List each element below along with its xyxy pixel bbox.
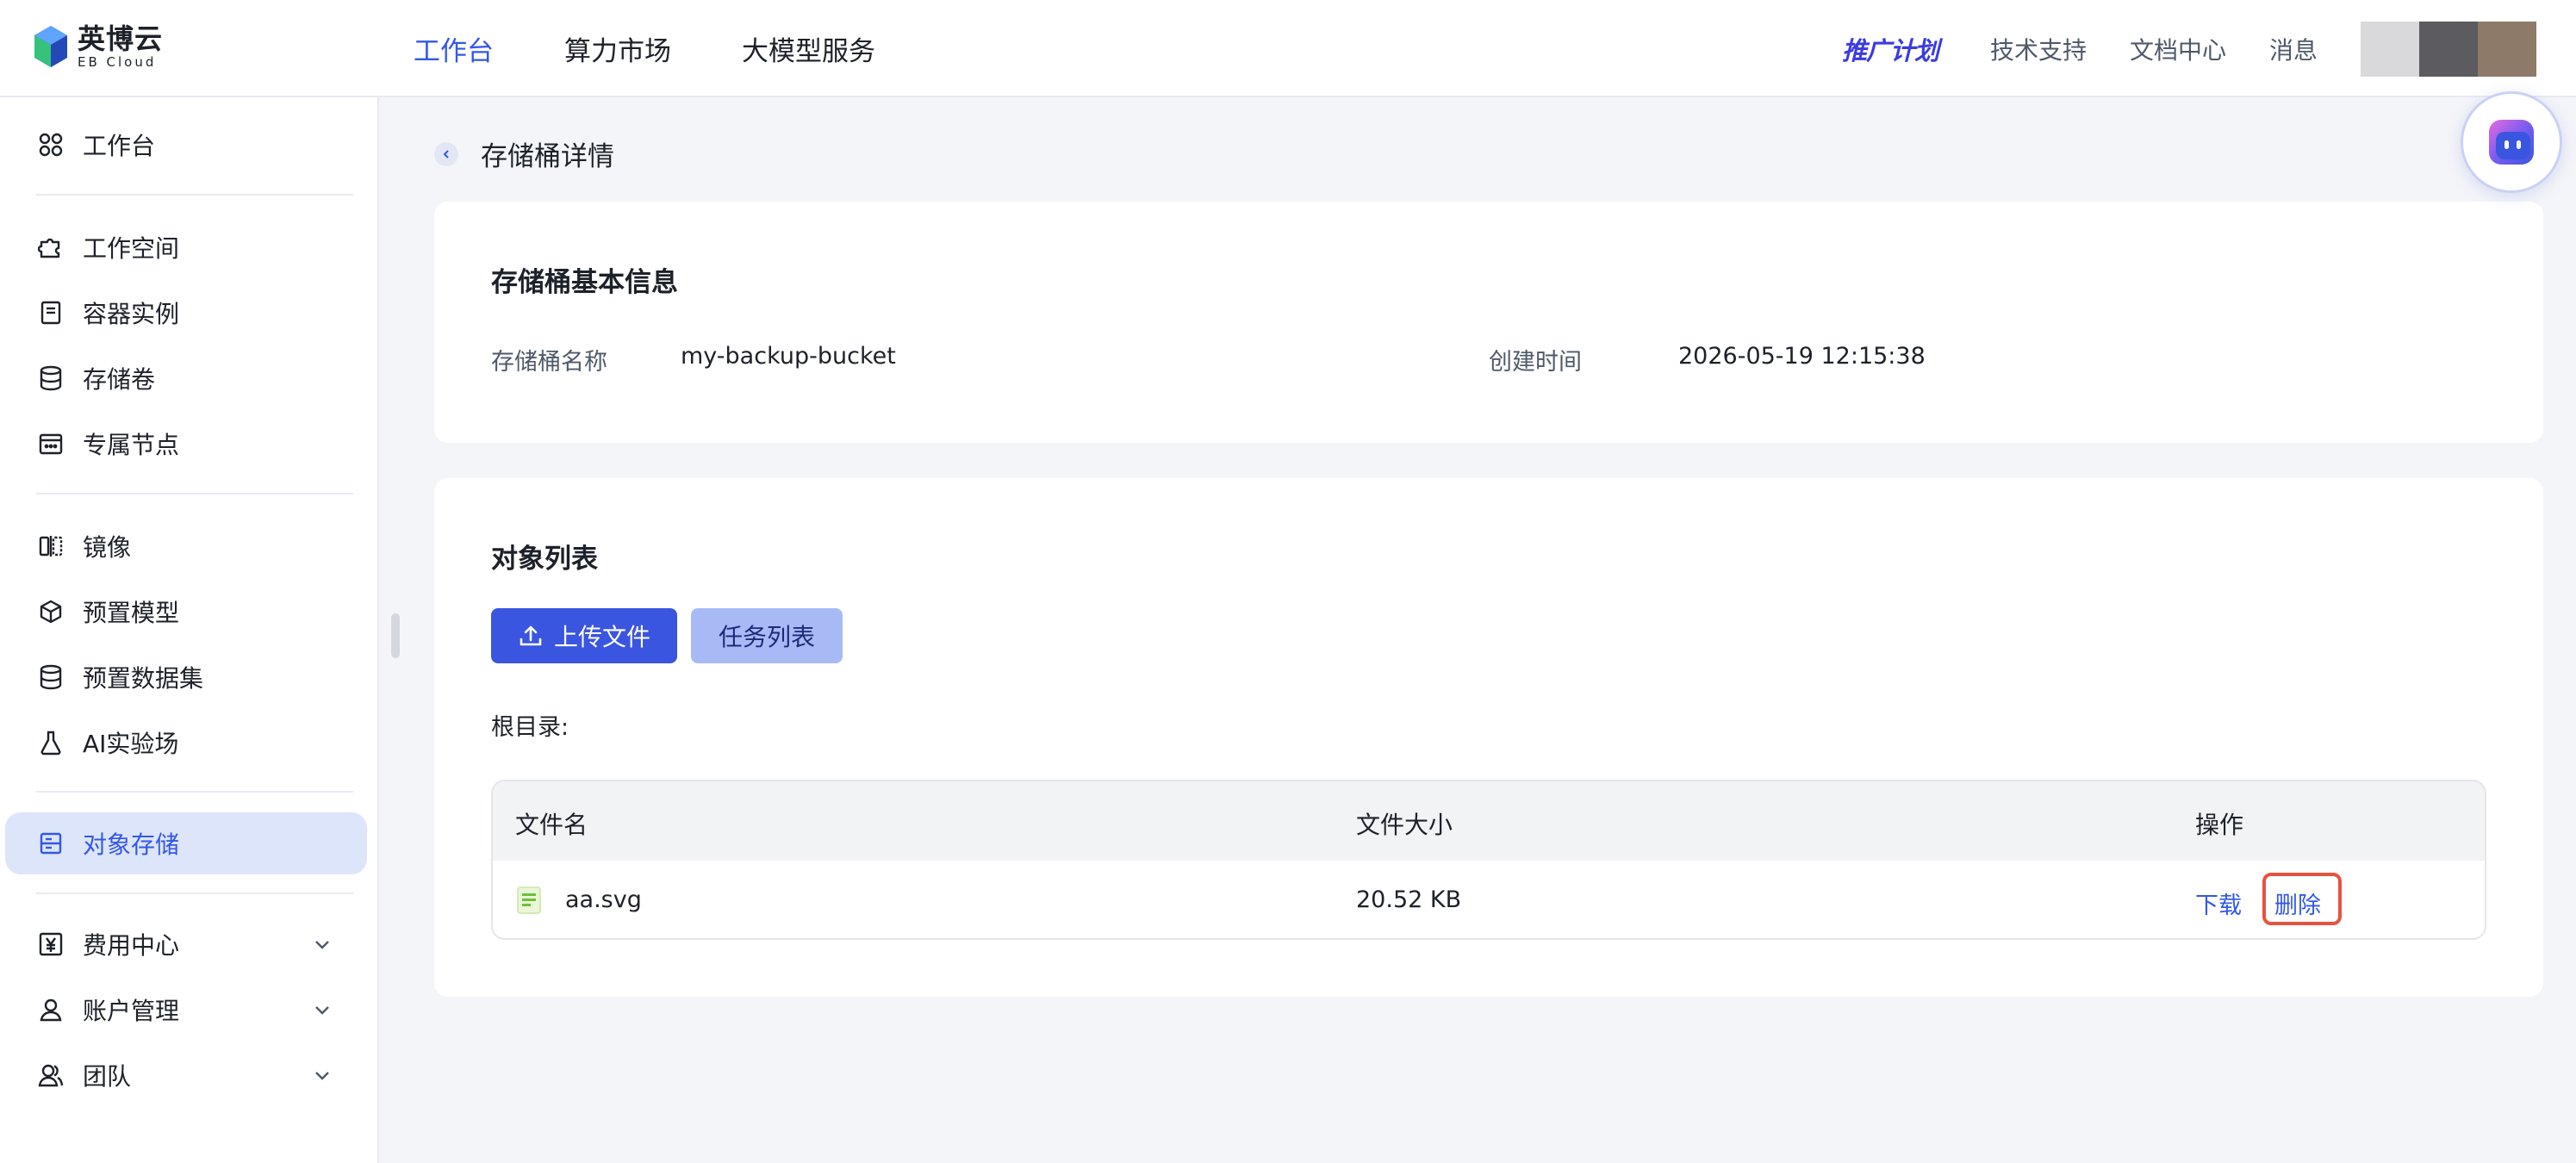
sidebar-item-dedicated-node[interactable]: 专属节点 [5, 413, 367, 475]
created-time-value: 2026-05-19 12:15:38 [1678, 343, 1926, 370]
sidebar-item-label: 对象存储 [83, 830, 180, 859]
column-header-actions: 操作 [2195, 811, 2244, 839]
sidebar-item-workbench[interactable]: 工作台 [5, 114, 367, 176]
sidebar-item-billing[interactable]: 费用中心 [5, 913, 367, 975]
database-icon [38, 365, 64, 391]
sidebar-item-label: 预置数据集 [83, 664, 204, 693]
chevron-left-icon [443, 149, 449, 159]
puzzle-icon [38, 234, 64, 260]
logo-icon [34, 26, 67, 67]
dataset-icon [38, 664, 64, 690]
object-table: 文件名 文件大小 操作 aa.svg 20.52 KB 下载 删除 [491, 780, 2486, 940]
page-title: 存储桶详情 [481, 141, 614, 172]
sidebar-item-image[interactable]: 镜像 [5, 515, 367, 577]
mirror-icon [38, 533, 64, 559]
sidebar-item-label: 存储卷 [83, 365, 156, 394]
chevron-down-icon [315, 941, 329, 949]
messages-link[interactable]: 消息 [2269, 32, 2318, 66]
download-link[interactable]: 下载 [2195, 886, 2242, 920]
storage-box-icon [38, 830, 64, 856]
sidebar-divider [36, 194, 353, 196]
bucket-name-value: my-backup-bucket [681, 343, 896, 370]
logo[interactable]: 英博云 EB Cloud [33, 22, 163, 71]
sidebar-resize-handle[interactable] [391, 613, 400, 658]
sidebar-item-storage-volume[interactable]: 存储卷 [5, 347, 367, 409]
sidebar-item-preset-dataset[interactable]: 预置数据集 [5, 646, 367, 708]
tech-support-link[interactable]: 技术支持 [1990, 32, 2087, 66]
ai-assistant-button[interactable] [2461, 91, 2562, 193]
avatar[interactable] [2361, 21, 2536, 77]
basic-info-title: 存储桶基本信息 [491, 267, 678, 298]
task-list-button[interactable]: 任务列表 [691, 608, 843, 663]
topnav-llm-service[interactable]: 大模型服务 [742, 29, 875, 68]
yen-icon [38, 931, 64, 957]
sidebar-item-label: 容器实例 [83, 300, 180, 328]
task-list-label: 任务列表 [718, 623, 815, 651]
sidebar-item-label: 账户管理 [83, 997, 180, 1025]
upload-file-button[interactable]: 上传文件 [491, 608, 677, 663]
root-directory-label: 根目录: [491, 714, 569, 741]
topnav-workbench[interactable]: 工作台 [414, 29, 494, 68]
sidebar-item-label: 费用中心 [83, 931, 180, 960]
column-header-filename: 文件名 [515, 811, 588, 839]
breadcrumb: 存储桶详情 [434, 134, 614, 173]
sidebar-item-account[interactable]: 账户管理 [5, 979, 367, 1041]
flask-icon [38, 730, 64, 756]
upload-icon [520, 625, 542, 646]
topnav-compute-market[interactable]: 算力市场 [564, 29, 671, 68]
docs-center-link[interactable]: 文档中心 [2130, 32, 2226, 66]
top-right-links: 推广计划 技术支持 文档中心 消息 [1842, 0, 2576, 97]
assistant-robot-icon [2489, 120, 2534, 165]
logo-name-cn: 英博云 [78, 22, 164, 55]
sidebar-item-label: 工作台 [83, 132, 156, 160]
sidebar-item-team[interactable]: 团队 [5, 1044, 367, 1106]
file-size: 20.52 KB [1356, 886, 1462, 913]
sidebar-item-label: 预置模型 [83, 599, 180, 627]
table-header: 文件名 文件大小 操作 [493, 781, 2485, 861]
top-bar: 英博云 EB Cloud 工作台 算力市场 大模型服务 推广计划 技术支持 文档… [0, 0, 2576, 97]
team-icon [38, 1062, 64, 1088]
sidebar-item-object-storage[interactable]: 对象存储 [5, 812, 367, 874]
chevron-down-icon [315, 1072, 329, 1080]
cube-icon [38, 599, 64, 625]
table-row: aa.svg 20.52 KB 下载 删除 [493, 861, 2485, 938]
file-name[interactable]: aa.svg [565, 886, 642, 913]
sidebar-item-label: 专属节点 [83, 431, 180, 459]
object-list-title: 对象列表 [491, 544, 598, 575]
logo-name-en: EB Cloud [78, 53, 157, 70]
calendar-node-icon [38, 431, 64, 457]
bucket-name-label: 存储桶名称 [491, 349, 607, 376]
sidebar-divider [36, 493, 353, 494]
grid-icon [38, 132, 64, 158]
top-nav: 工作台 算力市场 大模型服务 [414, 0, 946, 97]
container-icon [38, 300, 64, 326]
sidebar-item-label: 工作空间 [83, 234, 180, 263]
promo-link[interactable]: 推广计划 [1842, 31, 1939, 67]
back-button[interactable] [434, 141, 458, 166]
sidebar-item-ai-lab[interactable]: AI实验场 [5, 712, 367, 774]
sidebar-item-preset-model[interactable]: 预置模型 [5, 581, 367, 643]
sidebar-item-workspace[interactable]: 工作空间 [5, 216, 367, 278]
sidebar: 工作台 工作空间 容器实例 存储卷 专属节点 镜像 预置模型 预置数据集 AI实… [0, 97, 379, 1163]
sidebar-divider [36, 791, 353, 793]
sidebar-item-label: 镜像 [83, 533, 132, 562]
basic-info-card: 存储桶基本信息 存储桶名称 my-backup-bucket 创建时间 2026… [434, 202, 2543, 443]
column-header-filesize: 文件大小 [1356, 811, 1453, 839]
sidebar-item-label: AI实验场 [83, 730, 179, 758]
chevron-down-icon [315, 1006, 329, 1015]
created-time-label: 创建时间 [1489, 349, 1582, 376]
user-icon [38, 997, 64, 1023]
delete-highlight-box [2262, 873, 2342, 925]
file-icon [517, 886, 541, 914]
upload-file-label: 上传文件 [553, 623, 650, 651]
sidebar-item-container-instance[interactable]: 容器实例 [5, 282, 367, 344]
sidebar-divider [36, 892, 353, 894]
sidebar-item-label: 团队 [83, 1062, 132, 1091]
